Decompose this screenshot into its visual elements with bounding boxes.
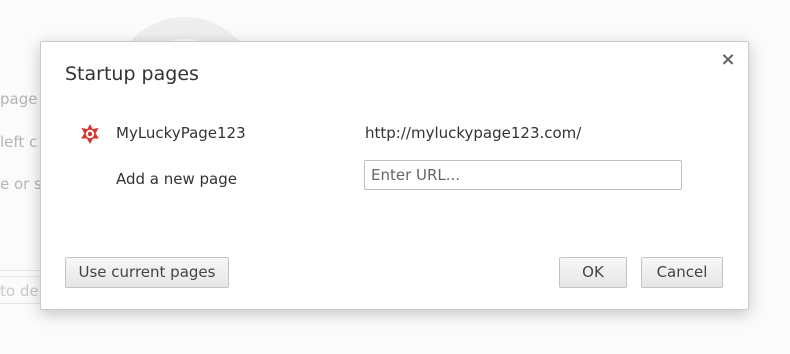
add-page-label: Add a new page (116, 170, 238, 188)
dialog-title: Startup pages (65, 63, 199, 85)
cancel-button[interactable]: Cancel (641, 257, 723, 288)
startup-page-name: MyLuckyPage123 (116, 124, 246, 142)
startup-page-url: http://myluckypage123.com/ (365, 124, 582, 142)
ok-button[interactable]: OK (559, 257, 627, 288)
background-divider (0, 270, 40, 271)
background-text: page (0, 90, 38, 108)
close-icon[interactable]: × (720, 51, 736, 69)
background-text: left c (0, 133, 38, 151)
background-text: e or s (0, 175, 42, 193)
background-text: to de (0, 282, 39, 300)
use-current-pages-button[interactable]: Use current pages (65, 257, 229, 288)
url-input[interactable] (364, 160, 682, 190)
startup-page-row[interactable]: MyLuckyPage123 http://myluckypage123.com… (79, 116, 719, 148)
startup-pages-dialog: Startup pages × MyLuckyPage123 http://my… (40, 41, 749, 310)
add-page-row: Add a new page (79, 160, 719, 192)
star-badge-icon (81, 124, 99, 144)
